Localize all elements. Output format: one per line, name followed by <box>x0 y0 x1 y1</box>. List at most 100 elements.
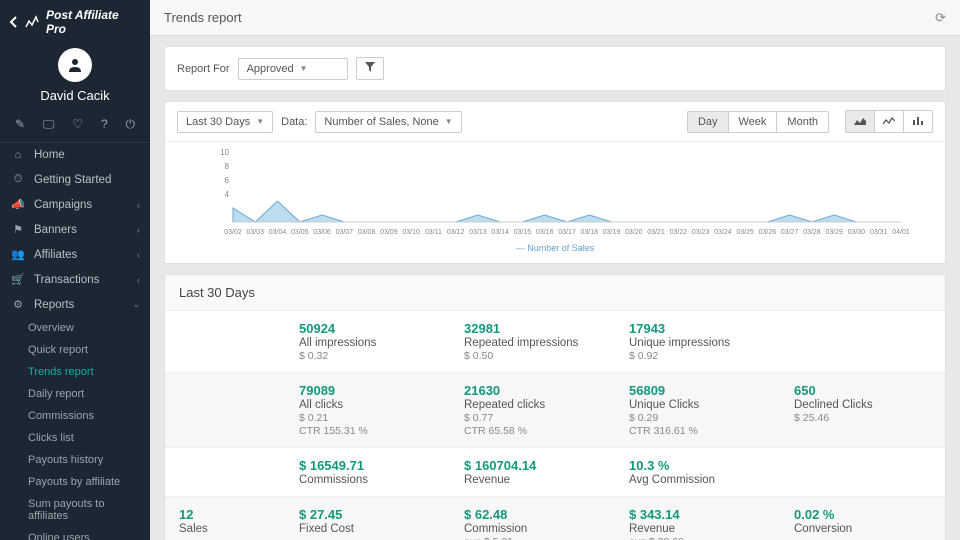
chevron-left-icon: ‹ <box>137 200 140 210</box>
nav-item-campaigns[interactable]: 📣Campaigns‹ <box>0 192 150 217</box>
stat-cell: 650Declined Clicks$ 25.46 <box>780 373 945 447</box>
subnav-overview[interactable]: Overview <box>0 317 150 339</box>
nav-label: Home <box>34 149 65 161</box>
svg-text:03/05: 03/05 <box>291 229 309 236</box>
stat-sub: CTR 65.58 % <box>464 425 601 437</box>
stat-label: Declined Clicks <box>794 399 931 411</box>
stat-sub: $ 0.50 <box>464 350 601 362</box>
stat-label: Unique impressions <box>629 337 766 349</box>
chevron-down-icon: ▼ <box>445 117 453 126</box>
stat-label: Revenue <box>629 523 766 535</box>
stat-cell: 10.3 %Avg Commission <box>615 448 780 496</box>
subnav-clicks-list[interactable]: Clicks list <box>0 427 150 449</box>
stat-value: $ 160704.14 <box>464 458 601 473</box>
nav-item-transactions[interactable]: 🛒Transactions‹ <box>0 267 150 292</box>
page-title: Trends report <box>164 10 242 25</box>
stats-grid: 50924All impressions$ 0.3232981Repeated … <box>165 311 945 540</box>
data-select[interactable]: Number of Sales, None ▼ <box>315 111 461 133</box>
subnav-trends-report[interactable]: Trends report <box>0 361 150 383</box>
nav-icon: ⏱ <box>10 173 26 186</box>
stat-cell: $ 16549.71Commissions <box>285 448 450 496</box>
topbar: Trends report ⟳ <box>150 0 960 36</box>
stat-value: 56809 <box>629 383 766 398</box>
line-chart-icon[interactable] <box>875 111 904 132</box>
svg-text:03/20: 03/20 <box>625 229 643 236</box>
svg-text:03/10: 03/10 <box>402 229 420 236</box>
subnav-payouts-by-affiliate[interactable]: Payouts by affiliate <box>0 471 150 493</box>
stat-label: Revenue <box>464 474 601 486</box>
stat-value: 17943 <box>629 321 766 336</box>
nav-label: Reports <box>34 299 74 311</box>
stat-value: $ 62.48 <box>464 507 601 522</box>
nav-item-reports[interactable]: ⚙Reports⌄ <box>0 292 150 317</box>
range-select[interactable]: Last 30 Days ▼ <box>177 111 273 133</box>
chart-legend: — Number of Sales <box>183 243 927 253</box>
stat-sub: avg $ 28.60 <box>629 536 766 540</box>
subnav-sum-payouts-to-affiliates[interactable]: Sum payouts to affiliates <box>0 493 150 527</box>
bar-chart-icon[interactable] <box>904 111 932 132</box>
subnav-commissions[interactable]: Commissions <box>0 405 150 427</box>
filter-select[interactable]: Approved ▼ <box>238 58 348 80</box>
stat-value: 0.02 % <box>794 507 931 522</box>
svg-text:03/23: 03/23 <box>692 229 710 236</box>
stat-cell: $ 27.45Fixed Cost <box>285 497 450 540</box>
main: Trends report ⟳ Report For Approved ▼ <box>150 0 960 540</box>
chevron-down-icon: ⌄ <box>132 299 140 310</box>
stat-value: $ 27.45 <box>299 507 436 522</box>
stat-value: 21630 <box>464 383 601 398</box>
stat-label: Commission <box>464 523 601 535</box>
chevron-left-icon: ‹ <box>137 225 140 235</box>
stat-cell: 56809Unique Clicks$ 0.29CTR 316.61 % <box>615 373 780 447</box>
content: Report For Approved ▼ Last 30 Days ▼ <box>150 36 960 540</box>
svg-text:03/18: 03/18 <box>581 229 599 236</box>
subnav-payouts-history[interactable]: Payouts history <box>0 449 150 471</box>
data-label: Data: <box>281 116 307 128</box>
stat-cell: $ 160704.14Revenue <box>450 448 615 496</box>
nav-item-affiliates[interactable]: 👥Affiliates‹ <box>0 242 150 267</box>
nav-item-getting-started[interactable]: ⏱Getting Started <box>0 167 150 192</box>
svg-text:6: 6 <box>225 176 230 185</box>
svg-text:03/31: 03/31 <box>870 229 888 236</box>
desktop-icon[interactable]: 🖵 <box>43 117 55 132</box>
segment-day[interactable]: Day <box>688 112 729 132</box>
sidebar: Post Affiliate Pro David Cacik ✎ 🖵 ♡ ? ⏻… <box>0 0 150 540</box>
stat-label: Avg Commission <box>629 474 766 486</box>
svg-text:03/13: 03/13 <box>469 229 487 236</box>
nav-item-home[interactable]: ⌂Home <box>0 143 150 167</box>
subnav-online-users[interactable]: Online users <box>0 527 150 540</box>
power-icon[interactable]: ⏻ <box>126 117 136 132</box>
brand-icon <box>24 15 40 29</box>
stat-label: All impressions <box>299 337 436 349</box>
heart-icon[interactable]: ♡ <box>72 117 83 132</box>
stat-value: $ 343.14 <box>629 507 766 522</box>
nav-icon: 👥 <box>10 248 26 261</box>
chevron-left-icon: ‹ <box>137 250 140 260</box>
chart-toolbar: Last 30 Days ▼ Data: Number of Sales, No… <box>165 102 945 142</box>
subnav-quick-report[interactable]: Quick report <box>0 339 150 361</box>
stat-sub: $ 0.29 <box>629 412 766 424</box>
help-icon[interactable]: ? <box>101 117 108 132</box>
svg-text:03/21: 03/21 <box>647 229 665 236</box>
refresh-icon[interactable]: ⟳ <box>935 10 946 26</box>
area-chart-icon[interactable] <box>846 111 875 132</box>
subnav-daily-report[interactable]: Daily report <box>0 383 150 405</box>
edit-icon[interactable]: ✎ <box>15 117 25 132</box>
stat-value: 10.3 % <box>629 458 766 473</box>
funnel-icon <box>365 62 375 72</box>
filter-button[interactable] <box>356 57 384 80</box>
stat-cell: $ 343.14Revenueavg $ 28.60 <box>615 497 780 540</box>
stat-value: 32981 <box>464 321 601 336</box>
stat-sub: $ 25.46 <box>794 412 931 424</box>
svg-text:03/24: 03/24 <box>714 229 732 236</box>
stat-value: 50924 <box>299 321 436 336</box>
stat-cell: 79089All clicks$ 0.21CTR 155.31 % <box>285 373 450 447</box>
segment-month[interactable]: Month <box>777 112 828 132</box>
avatar[interactable] <box>58 48 92 82</box>
svg-text:03/17: 03/17 <box>558 229 576 236</box>
segment-week[interactable]: Week <box>729 112 778 132</box>
back-icon[interactable] <box>8 15 18 29</box>
nav-icon: 🛒 <box>10 273 26 286</box>
data-value: Number of Sales, None <box>324 116 438 128</box>
nav-item-banners[interactable]: ⚑Banners‹ <box>0 217 150 242</box>
nav-icon: ⚑ <box>10 223 26 236</box>
